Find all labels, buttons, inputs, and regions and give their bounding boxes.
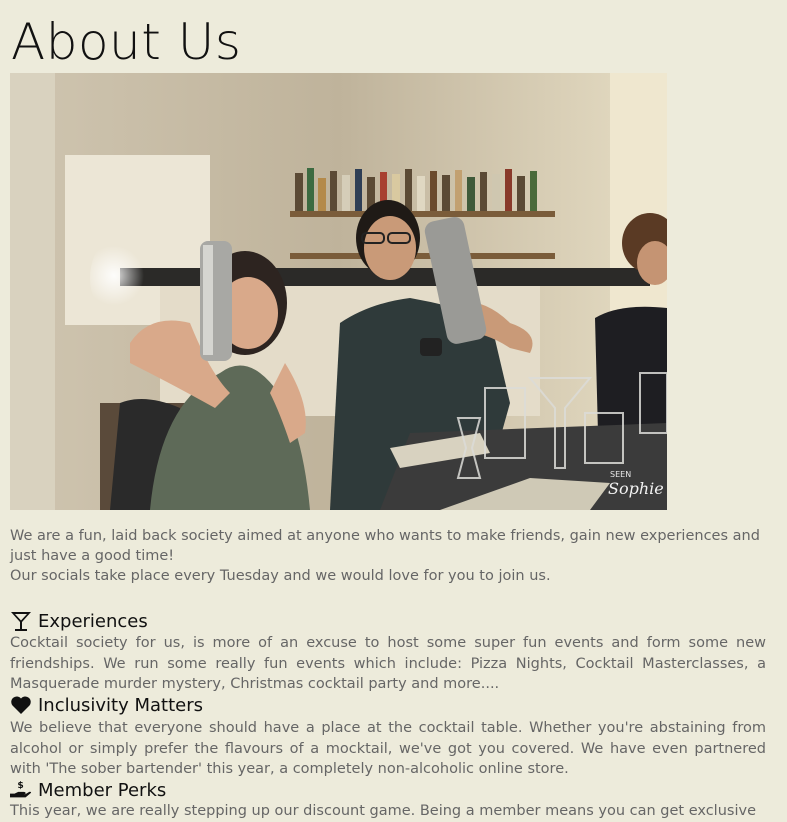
intro-line-1: We are a fun, laid back society aimed at…: [10, 528, 760, 564]
intro-line-2: Our socials take place every Tuesday and…: [10, 568, 551, 584]
photo-watermark: Sophie: [608, 479, 664, 498]
section-heading-experiences: Experiences: [10, 609, 148, 633]
section-body-inclusivity: We believe that everyone should have a p…: [10, 720, 766, 777]
intro-text: We are a fun, laid back society aimed at…: [10, 526, 766, 586]
section-heading-member-perks: $ Member Perks: [10, 778, 166, 802]
page-title: About Us: [11, 13, 242, 71]
svg-text:$: $: [17, 780, 23, 791]
cocktail-glass-icon: [10, 610, 32, 632]
heart-icon: [10, 694, 32, 716]
section-heading-inclusivity: Inclusivity Matters: [10, 693, 203, 717]
section-title: Experiences: [38, 610, 148, 632]
section-body-experiences: Cocktail society for us, is more of an e…: [10, 635, 766, 692]
photo-illustration: SEEN Sophie: [10, 73, 667, 510]
section-title: Member Perks: [38, 779, 167, 801]
hero-photo: SEEN Sophie: [10, 73, 667, 510]
watermark-small: SEEN: [610, 470, 631, 479]
hand-holding-dollar-icon: $: [10, 779, 32, 801]
section-title: Inclusivity Matters: [38, 694, 204, 716]
section-body-member-perks: This year, we are really stepping up our…: [10, 803, 756, 819]
